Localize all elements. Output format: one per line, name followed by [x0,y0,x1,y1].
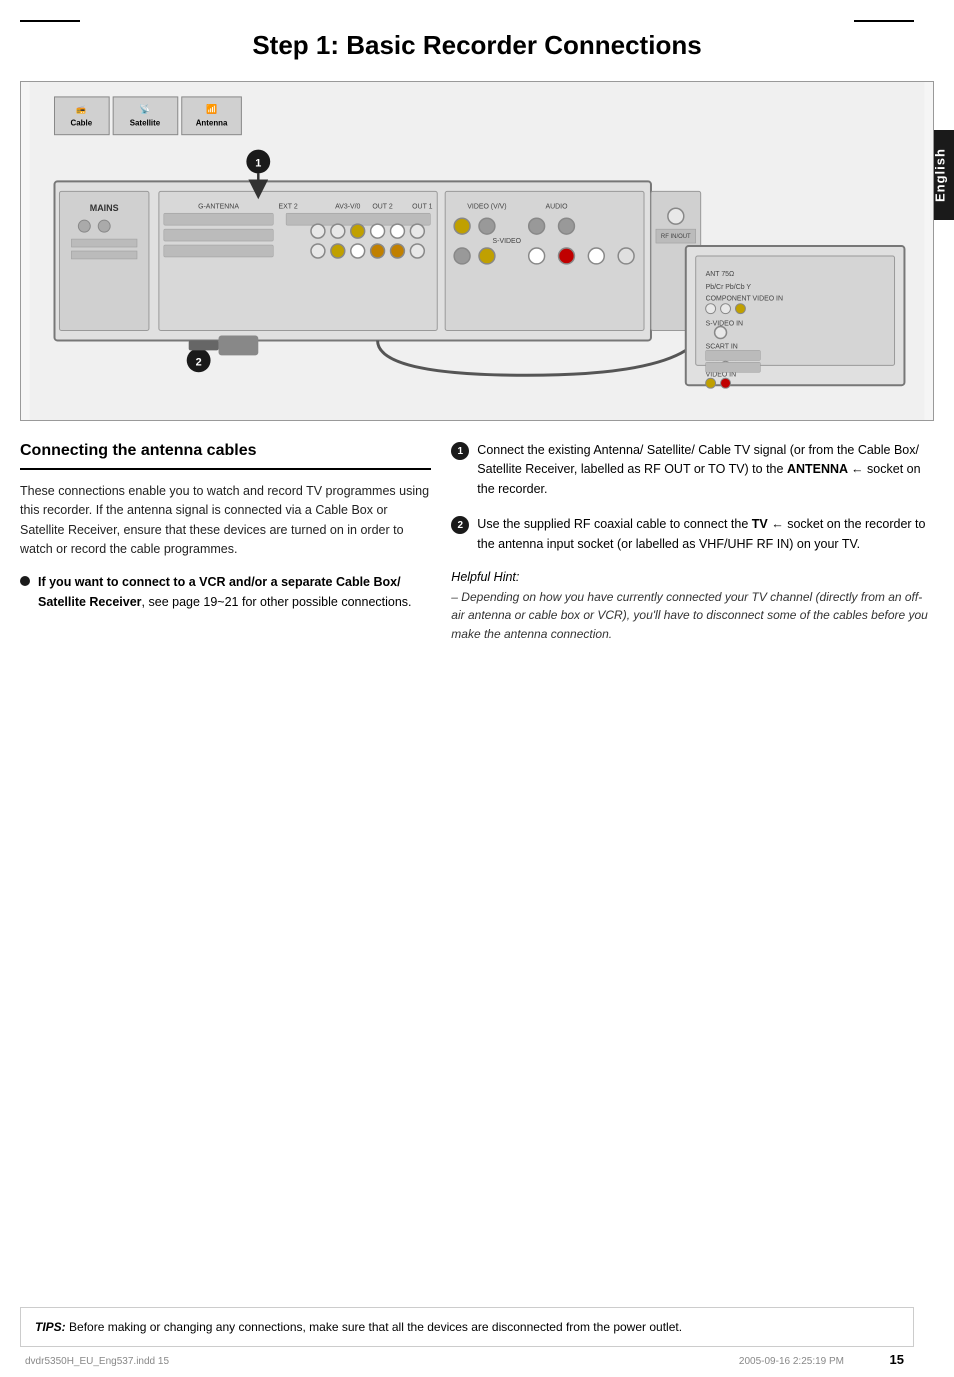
step-1-bold: ANTENNA ← [787,462,864,476]
helpful-hint: Helpful Hint: – Depending on how you hav… [451,570,934,644]
tips-text: Before making or changing any connection… [69,1320,682,1334]
bullet-rest: , see page 19~21 for other possible conn… [142,595,412,609]
step-1-text: Connect the existing Antenna/ Satellite/… [477,441,934,499]
step-2-item: 2 Use the supplied RF coaxial cable to c… [451,515,934,554]
step-1-item: 1 Connect the existing Antenna/ Satellit… [451,441,934,499]
left-column: Connecting the antenna cables These conn… [20,441,431,644]
svg-text:VIDEO (V/V): VIDEO (V/V) [467,203,506,210]
svg-text:📶: 📶 [206,103,217,114]
svg-text:RF IN/OUT: RF IN/OUT [661,234,691,240]
tips-box: TIPS: Before making or changing any conn… [20,1307,914,1347]
svg-text:S-VIDEO: S-VIDEO [493,238,522,245]
step-1-number: 1 [451,442,469,460]
svg-text:AV3-V/0: AV3-V/0 [335,203,360,210]
top-border-left [20,20,80,22]
body-text: These connections enable you to watch an… [20,482,431,560]
svg-text:MAINS: MAINS [90,203,119,213]
hint-title: Helpful Hint: [451,570,934,584]
bullet-text: If you want to connect to a VCR and/or a… [38,573,431,612]
section-divider [20,468,431,470]
page-title: Step 1: Basic Recorder Connections [0,0,954,81]
footer-left: dvdr5350H_EU_Eng537.indd 15 [25,1356,169,1367]
bullet-dot [20,576,30,586]
svg-text:Antenna: Antenna [196,119,228,128]
svg-text:Satellite: Satellite [130,119,161,128]
svg-text:AUDIO: AUDIO [546,203,569,210]
svg-text:OUT 2: OUT 2 [372,203,392,210]
tips-label: TIPS: [35,1320,66,1334]
svg-text:OUT 1: OUT 1 [412,203,432,210]
svg-text:1: 1 [255,158,261,170]
svg-text:Pb/Cr Pb/Cb Y: Pb/Cr Pb/Cb Y [706,284,752,291]
svg-text:SCART IN: SCART IN [706,343,738,350]
diagram-svg: 📻 Cable 📡 Satellite 📶 Antenna 1 MAINS [21,82,933,420]
page-number: 15 [890,1352,904,1367]
footer-right: 2005-09-16 2:25:19 PM [739,1356,844,1367]
svg-text:EXT 2: EXT 2 [279,203,298,210]
svg-text:📻: 📻 [76,105,86,114]
svg-text:2: 2 [196,356,202,368]
svg-text:Cable: Cable [71,119,93,128]
right-column: 1 Connect the existing Antenna/ Satellit… [451,441,934,644]
hint-text: – Depending on how you have currently co… [451,588,934,644]
step-2-number: 2 [451,516,469,534]
section-title: Connecting the antenna cables [20,441,431,462]
svg-text:COMPONENT VIDEO IN: COMPONENT VIDEO IN [706,296,783,303]
step-2-bold: TV ← [752,517,784,531]
svg-text:ANT 75Ω: ANT 75Ω [706,271,735,278]
svg-text:📡: 📡 [139,103,150,114]
svg-text:S-VIDEO IN: S-VIDEO IN [706,321,743,328]
diagram-area: 📻 Cable 📡 Satellite 📶 Antenna 1 MAINS [20,81,934,421]
content-area: Connecting the antenna cables These conn… [20,441,934,644]
bullet-item: If you want to connect to a VCR and/or a… [20,573,431,612]
top-border-right [854,20,914,22]
svg-text:G-ANTENNA: G-ANTENNA [198,203,239,210]
step-2-text: Use the supplied RF coaxial cable to con… [477,515,934,554]
page-container: English Step 1: Basic Recorder Connectio… [0,0,954,1377]
